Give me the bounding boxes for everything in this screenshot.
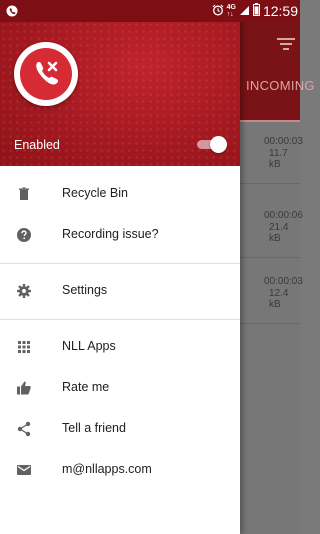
recording-size: 12.4 kB	[269, 288, 289, 310]
menu-item-settings[interactable]: Settings	[0, 271, 240, 311]
menu-item-recycle-bin[interactable]: Recycle Bin	[0, 174, 240, 214]
battery-icon	[252, 3, 260, 19]
list-item[interactable]: 00:00:03 12.4 kB	[240, 262, 303, 324]
menu-item-label: Tell a friend	[62, 421, 126, 435]
menu-item-email[interactable]: m@nllapps.com	[0, 450, 240, 490]
list-item[interactable]: 00:00:06 21.4 kB	[240, 196, 303, 258]
help-icon	[16, 227, 32, 243]
trash-icon	[16, 186, 32, 202]
phone-icon	[36, 61, 59, 85]
menu-item-label: Recording issue?	[62, 227, 159, 241]
recording-size: 21.4 kB	[269, 222, 289, 244]
signal-icon	[239, 4, 250, 19]
menu-item-label: Rate me	[62, 380, 110, 394]
thumbs-up-icon	[16, 380, 32, 396]
filter-icon[interactable]	[277, 37, 295, 55]
apps-grid-icon	[16, 339, 32, 355]
recording-size: 11.7 kB	[269, 148, 288, 170]
alarm-icon	[212, 4, 224, 19]
menu-item-label: m@nllapps.com	[62, 462, 152, 476]
enabled-toggle[interactable]	[195, 136, 227, 153]
list-item[interactable]: 00:00:03 11.7 kB	[240, 122, 303, 184]
tab-incoming[interactable]: INCOMING	[246, 78, 315, 93]
share-icon	[16, 421, 32, 437]
drawer-header: Enabled	[0, 0, 240, 166]
status-bar: 4G ↑↓ 12:59	[0, 0, 300, 22]
network-icon: 4G ↑↓	[226, 4, 236, 18]
menu-item-tell-a-friend[interactable]: Tell a friend	[0, 409, 240, 449]
menu-item-recording-issue[interactable]: Recording issue?	[0, 215, 240, 255]
gear-icon	[16, 283, 32, 299]
enabled-label: Enabled	[14, 138, 60, 152]
menu-item-label: Settings	[62, 283, 108, 297]
menu-item-label: NLL Apps	[62, 339, 116, 353]
network-type: 4G	[226, 4, 236, 11]
clock: 12:59	[262, 3, 298, 19]
app-logo	[14, 42, 78, 106]
divider	[0, 319, 240, 320]
email-icon	[16, 462, 32, 478]
menu-item-nll-apps[interactable]: NLL Apps	[0, 327, 240, 367]
toggle-thumb	[210, 136, 227, 153]
navigation-drawer: Enabled Recycle Bin Recording issue? Set…	[0, 0, 240, 534]
notification-icon	[6, 4, 18, 22]
menu-item-label: Recycle Bin	[62, 186, 128, 200]
recording-duration: 00:00:06	[264, 210, 303, 221]
menu-item-rate-me[interactable]: Rate me	[0, 368, 240, 408]
recording-duration: 00:00:03	[264, 276, 303, 287]
divider	[0, 263, 240, 264]
recording-duration: 00:00:03	[264, 136, 303, 147]
